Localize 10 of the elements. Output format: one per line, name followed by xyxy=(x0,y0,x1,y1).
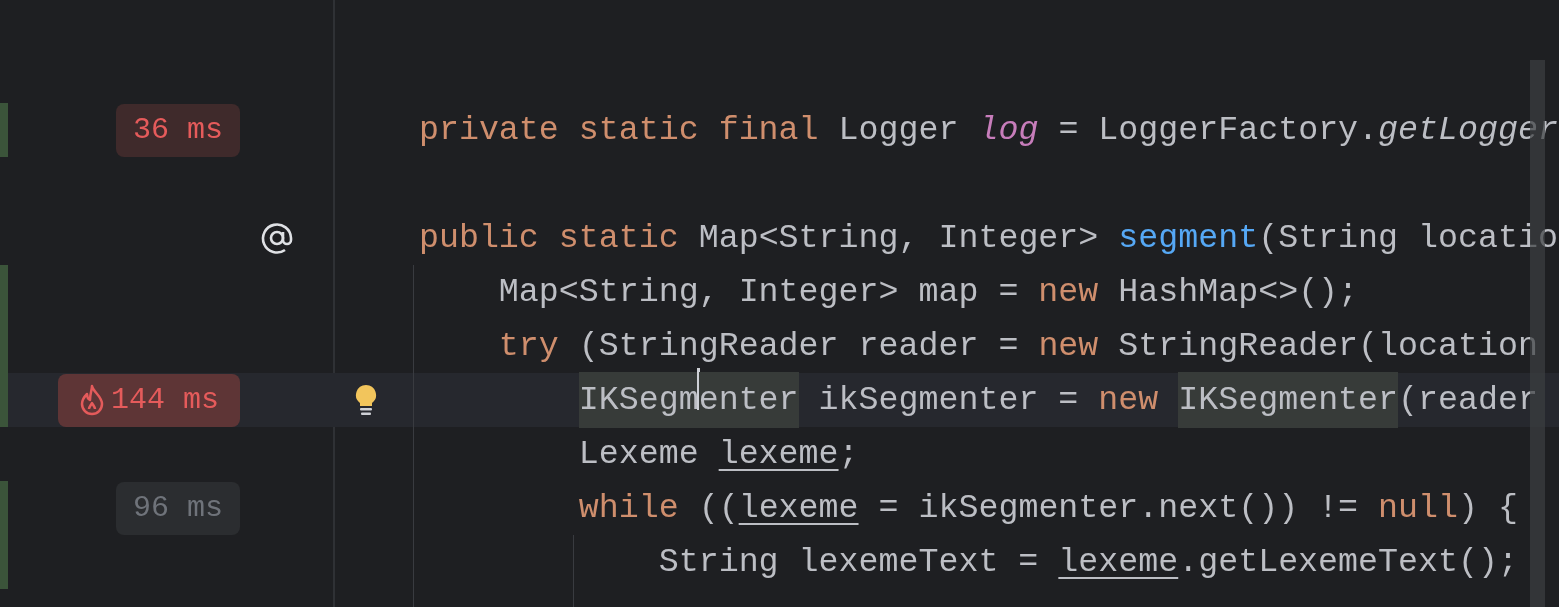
timing-badge: 96 ms xyxy=(116,481,240,535)
code-line: Lexeme lexeme; xyxy=(577,434,859,475)
code-line: Map<String, Integer> map = new HashMap<>(); xyxy=(497,272,1359,313)
code-line: while ((lexeme = ikSegmenter.next()) != null) { xyxy=(577,488,1518,529)
code-line: String lexemeText = lexeme.getLexemeText(); xyxy=(657,542,1518,583)
code-line: try (StringReader reader = new StringReader(location xyxy=(497,326,1538,367)
code-line: private static final Logger log = LoggerFactory.getLogger xyxy=(417,110,1558,151)
code-line: public static Map<String, Integer> segment(String locatio xyxy=(417,218,1558,259)
timing-badge: 144 ms xyxy=(58,373,240,427)
timing-badge: 36 ms xyxy=(116,103,240,157)
